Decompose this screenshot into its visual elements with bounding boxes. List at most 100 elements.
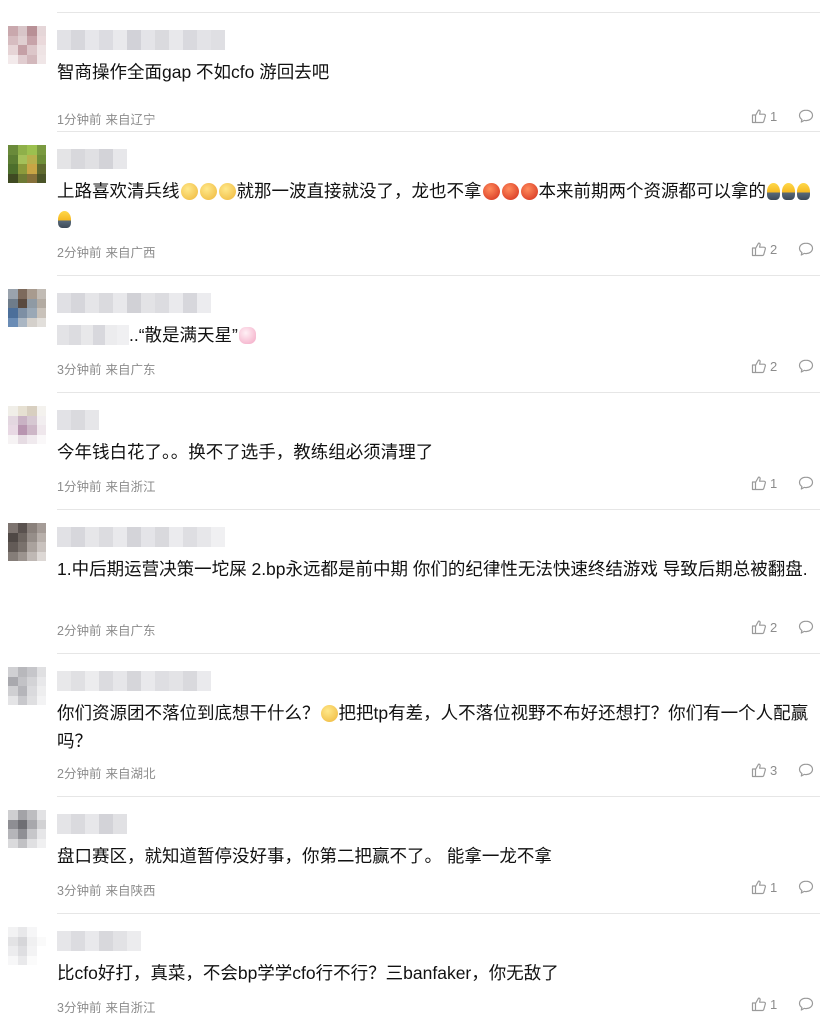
like-count: 1 [770,475,778,491]
comment-time: 1分钟前 [57,113,102,127]
comment-meta: 2分钟前 来自广东 [57,620,155,639]
comment-actions: 1 [751,879,814,895]
emoji-red-icon [501,183,519,200]
comment-actions: 2 [751,358,814,374]
like-button[interactable]: 2 [751,619,798,635]
comment-feed: 智商操作全面gap 不如cfo 游回去吧 1分钟前 来自辽宁 1 上路喜欢清兵线 就那一波… [0,0,820,1020]
username-obscured[interactable] [57,293,211,313]
comment-text-segment: 你们资源团不落位到底想干什么？ [57,703,320,723]
comment-actions: 2 [751,619,814,635]
like-button[interactable]: 1 [751,996,798,1012]
reply-bubble-icon[interactable] [798,475,814,491]
like-button[interactable]: 1 [751,475,798,491]
user-avatar[interactable] [8,26,46,64]
comment-actions: 1 [751,475,814,491]
like-count: 3 [770,762,778,778]
comment-meta: 1分钟前 来自浙江 [57,476,155,495]
reply-bubble-icon[interactable] [798,619,814,635]
comment-text-segment: 盘口赛区，就知道暂停没好事，你第二把赢不了。 能拿一龙不拿 [57,846,552,866]
user-avatar[interactable] [8,145,46,183]
like-button[interactable]: 1 [751,879,798,895]
thumbs-up-icon[interactable] [751,358,767,374]
username-obscured[interactable] [57,931,141,951]
username-obscured[interactable] [57,671,211,691]
comment-actions: 1 [751,108,814,124]
user-avatar[interactable] [8,406,46,444]
emoji-smile-icon [199,183,217,200]
comment-text-segment: 上路喜欢清兵线 [57,181,180,201]
emoji-smile-icon [180,183,198,200]
emoji-bulb-icon [797,183,810,200]
comment-location: 来自陕西 [105,884,156,898]
comment-item: 盘口赛区，就知道暂停没好事，你第二把赢不了。 能拿一龙不拿 3分钟前 来自陕西 1 [0,796,820,913]
thumbs-up-icon[interactable] [751,996,767,1012]
comment-meta: 3分钟前 来自广东 [57,359,155,378]
like-button[interactable]: 3 [751,762,798,778]
comment-item: ..“散是满天星” 3分钟前 来自广东 2 [0,275,820,392]
like-count: 1 [770,996,778,1012]
like-count: 1 [770,108,778,124]
comment-text-segment: 就那一波直接就没了，龙也不拿 [236,181,482,201]
thumbs-up-icon[interactable] [751,619,767,635]
like-count: 1 [770,879,778,895]
obscured-text [57,325,129,345]
comment-item: 今年钱白花了。。换不了选手，教练组必须清理了 1分钟前 来自浙江 1 [0,392,820,509]
comment-actions: 3 [751,762,814,778]
thumbs-up-icon[interactable] [751,762,767,778]
emoji-smile-icon [320,705,338,722]
comment-location: 来自辽宁 [105,113,156,127]
like-button[interactable]: 2 [751,358,798,374]
comment-time: 3分钟前 [57,884,102,898]
reply-bubble-icon[interactable] [798,108,814,124]
comment-time: 3分钟前 [57,363,102,377]
username-obscured[interactable] [57,410,99,430]
comment-item: 你们资源团不落位到底想干什么？ 把把tp有差，人不落位视野不布好还想打？你们有一个… [0,653,820,781]
emoji-smile-icon [218,183,236,200]
user-avatar[interactable] [8,810,46,848]
comment-meta: 2分钟前 来自广西 [57,242,155,261]
reply-bubble-icon[interactable] [798,358,814,374]
comment-text: 今年钱白花了。。换不了选手，教练组必须清理了 [57,438,817,466]
user-avatar[interactable] [8,289,46,327]
user-avatar[interactable] [8,667,46,705]
user-avatar[interactable] [8,927,46,965]
comment-time: 2分钟前 [57,767,102,781]
comment-text-segment: 智商操作全面gap 不如cfo 游回去吧 [57,62,330,82]
user-avatar[interactable] [8,523,46,561]
like-button[interactable]: 2 [751,241,798,257]
comment-text: 你们资源团不落位到底想干什么？ 把把tp有差，人不落位视野不布好还想打？你们有一个… [57,699,817,755]
comment-text: 比cfo好打，真菜，不会bp学学cfo行不行？三banfaker，你无敌了 [57,959,817,987]
comment-actions: 2 [751,241,814,257]
reply-bubble-icon[interactable] [798,879,814,895]
comment-meta: 2分钟前 来自湖北 [57,763,155,782]
username-obscured[interactable] [57,149,127,169]
comment-text-segment: ..“散是满天星” [129,325,238,345]
comment-text-segment: 1.中后期运营决策一坨屎 2.bp永远都是前中期 你们的纪律性无法快速终结游戏 … [57,559,808,579]
comment-location: 来自广东 [105,363,156,377]
thumbs-up-icon[interactable] [751,475,767,491]
username-obscured[interactable] [57,814,127,834]
comment-time: 2分钟前 [57,624,102,638]
thumbs-up-icon[interactable] [751,241,767,257]
comment-location: 来自浙江 [105,1001,156,1015]
comment-text: 盘口赛区，就知道暂停没好事，你第二把赢不了。 能拿一龙不拿 [57,842,817,870]
reply-bubble-icon[interactable] [798,241,814,257]
comment-text-segment: 今年钱白花了。。换不了选手，教练组必须清理了 [57,442,434,462]
like-button[interactable]: 1 [751,108,798,124]
comment-text: 智商操作全面gap 不如cfo 游回去吧 [57,58,817,86]
reply-bubble-icon[interactable] [798,996,814,1012]
comment-item: 1.中后期运营决策一坨屎 2.bp永远都是前中期 你们的纪律性无法快速终结游戏 … [0,509,820,638]
like-count: 2 [770,241,778,257]
comment-actions: 1 [751,996,814,1012]
username-obscured[interactable] [57,527,225,547]
comment-item: 智商操作全面gap 不如cfo 游回去吧 1分钟前 来自辽宁 1 [0,12,820,129]
username-obscured[interactable] [57,30,225,50]
comment-item: 比cfo好打，真菜，不会bp学学cfo行不行？三banfaker，你无敌了 3分钟… [0,913,820,1020]
thumbs-up-icon[interactable] [751,879,767,895]
thumbs-up-icon[interactable] [751,108,767,124]
emoji-bulb-icon [58,211,71,228]
emoji-bulb-icon [782,183,795,200]
reply-bubble-icon[interactable] [798,762,814,778]
comment-meta: 1分钟前 来自辽宁 [57,109,155,128]
comment-time: 2分钟前 [57,246,102,260]
